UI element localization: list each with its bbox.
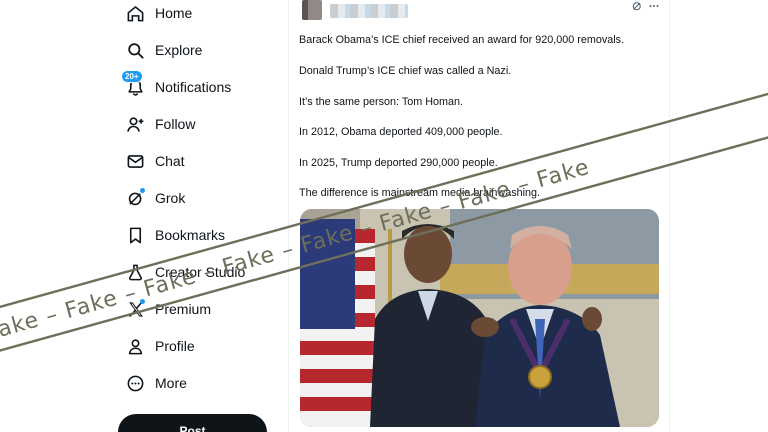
- nav-label: Bookmarks: [155, 227, 226, 243]
- notification-badge: 20+: [121, 70, 143, 83]
- creator-studio-icon: [120, 257, 150, 287]
- blurred-username[interactable]: [330, 4, 408, 18]
- nav-item-grok[interactable]: Grok: [120, 182, 185, 214]
- grok-icon[interactable]: [630, 0, 644, 13]
- bookmark-icon: [120, 220, 150, 250]
- nav-item-home[interactable]: Home: [120, 0, 192, 29]
- tweet-text-line: Barack Obama’s ICE chief received an awa…: [299, 34, 625, 46]
- sidebar-nav: Home Explore 20+ Notifications Follow Ch…: [0, 0, 290, 432]
- nav-item-notifications[interactable]: 20+ Notifications: [120, 70, 232, 103]
- tweet-text-line: In 2012, Obama deported 409,000 people.: [299, 126, 503, 138]
- nav-item-more[interactable]: More: [120, 367, 187, 399]
- premium-indicator-dot: [140, 299, 145, 304]
- nav-item-premium[interactable]: Premium: [120, 293, 211, 325]
- grok-indicator-dot: [140, 188, 145, 193]
- nav-item-follow[interactable]: Follow: [120, 108, 195, 140]
- nav-label: Home: [155, 5, 193, 21]
- profile-icon: [120, 331, 150, 361]
- home-icon: [120, 0, 150, 28]
- tweet-text-line: Donald Trump’s ICE chief was called a Na…: [299, 65, 512, 77]
- nav-item-profile[interactable]: Profile: [120, 330, 195, 362]
- nav-label: Follow: [155, 116, 196, 132]
- nav-label: Explore: [155, 42, 203, 58]
- bell-icon: 20+: [120, 70, 150, 102]
- x-logo-icon: [120, 294, 150, 324]
- nav-label: Creator Studio: [155, 264, 246, 280]
- grok-icon: [120, 183, 150, 213]
- nav-label: Chat: [155, 153, 185, 169]
- follow-icon: [120, 109, 150, 139]
- nav-label: Notifications: [155, 79, 232, 95]
- us-flag: [300, 219, 375, 427]
- post-button[interactable]: Post: [118, 414, 267, 432]
- nav-item-chat[interactable]: Chat: [120, 145, 185, 177]
- tweet-text-line: In 2025, Trump deported 290,000 people.: [299, 157, 498, 169]
- mail-icon: [120, 146, 150, 176]
- tweet-text-line: The difference is mainstream media brain…: [299, 187, 541, 199]
- nav-item-bookmarks[interactable]: Bookmarks: [120, 219, 225, 251]
- tweet-photo[interactable]: [300, 209, 659, 427]
- more-circle-icon: [120, 368, 150, 398]
- more-options-icon[interactable]: [647, 0, 661, 13]
- nav-label: Grok: [155, 190, 186, 206]
- nav-label: More: [155, 375, 187, 391]
- nav-item-explore[interactable]: Explore: [120, 34, 202, 66]
- avatar[interactable]: [302, 0, 322, 20]
- nav-item-creator-studio[interactable]: Creator Studio: [120, 256, 245, 288]
- photo-scene: [300, 209, 659, 427]
- search-icon: [120, 35, 150, 65]
- nav-label: Profile: [155, 338, 195, 354]
- nav-label: Premium: [155, 301, 212, 317]
- tweet-text-line: It’s the same person: Tom Homan.: [299, 96, 464, 108]
